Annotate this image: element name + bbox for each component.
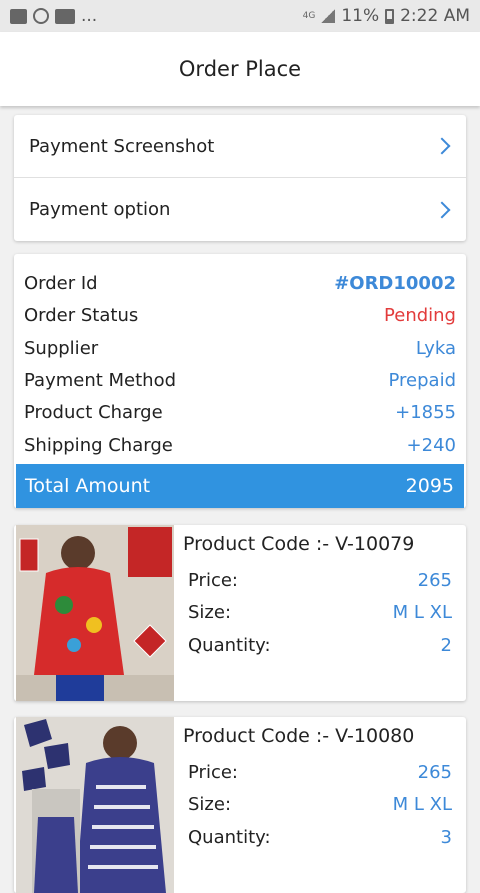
- product-charge-row: Product Charge +1855: [24, 396, 456, 428]
- supplier-row: Supplier Lyka: [24, 332, 456, 364]
- chevron-right-icon: [433, 201, 451, 218]
- quantity-row: Quantity: 3: [188, 822, 452, 852]
- battery-icon: [385, 8, 395, 24]
- size-label: Size:: [188, 793, 232, 815]
- product-charge-value: +1855: [395, 401, 456, 423]
- total-amount-value: 2095: [405, 475, 454, 497]
- signal-icon: [321, 9, 336, 23]
- chevron-right-icon: [433, 137, 451, 155]
- more-notifications: ...: [81, 6, 98, 26]
- price-label: Price:: [188, 569, 238, 591]
- order-status-label: Order Status: [24, 304, 139, 326]
- payment-option-label: Payment option: [29, 199, 171, 220]
- quantity-value: 3: [440, 826, 452, 848]
- product-image: [16, 717, 174, 893]
- size-value: M L XL: [392, 793, 452, 815]
- order-id-row: Order Id #ORD10002: [24, 267, 456, 299]
- total-amount-label: Total Amount: [25, 475, 151, 497]
- status-bar: ... 4G 11% 2:22 AM: [0, 0, 480, 32]
- payment-screenshot-row[interactable]: Payment Screenshot: [14, 115, 466, 178]
- battery-percent: 11%: [341, 6, 380, 26]
- price-label: Price:: [188, 761, 238, 783]
- price-value: 265: [417, 761, 452, 783]
- shipping-charge-row: Shipping Charge +240: [24, 429, 456, 461]
- quantity-label: Quantity:: [188, 634, 271, 656]
- size-row: Size: M L XL: [188, 597, 452, 627]
- page-title: Order Place: [178, 57, 302, 81]
- shipping-charge-label: Shipping Charge: [24, 434, 173, 456]
- gallery-icon: [10, 8, 27, 24]
- whatsapp-icon: [33, 8, 49, 24]
- total-amount-bar: Total Amount 2095: [16, 464, 464, 508]
- price-value: 265: [417, 569, 452, 591]
- status-bar-right: 4G 11% 2:22 AM: [303, 6, 470, 26]
- size-label: Size:: [188, 601, 232, 623]
- app-header: Order Place: [0, 32, 480, 106]
- size-value: M L XL: [392, 601, 452, 623]
- payment-method-row: Payment Method Prepaid: [24, 364, 456, 396]
- price-row: Price: 265: [188, 757, 452, 787]
- supplier-label: Supplier: [24, 337, 99, 359]
- product-card[interactable]: Product Code :- V-10079 Price: 265 Size:…: [14, 525, 466, 701]
- payment-options-card: Payment Screenshot Payment option: [14, 115, 466, 241]
- quantity-value: 2: [440, 634, 452, 656]
- product-code: Product Code :- V-10079: [183, 533, 415, 555]
- product-card[interactable]: Product Code :- V-10080 Price: 265 Size:…: [14, 717, 466, 893]
- product-charge-label: Product Charge: [24, 401, 163, 423]
- size-row: Size: M L XL: [188, 789, 452, 819]
- price-row: Price: 265: [188, 565, 452, 595]
- payment-method-label: Payment Method: [24, 369, 177, 391]
- order-id-label: Order Id: [24, 272, 98, 294]
- payment-method-value: Prepaid: [388, 369, 457, 391]
- order-details-card: Order Id #ORD10002 Order Status Pending …: [14, 254, 466, 508]
- order-status-value: Pending: [384, 304, 456, 326]
- product-image: [16, 525, 174, 701]
- quantity-row: Quantity: 2: [188, 630, 452, 660]
- network-type: 4G: [302, 10, 316, 21]
- quantity-label: Quantity:: [188, 826, 271, 848]
- product-code: Product Code :- V-10080: [183, 725, 415, 747]
- order-status-row: Order Status Pending: [24, 299, 456, 331]
- app-notification-icon: [55, 8, 75, 24]
- order-id-value: #ORD10002: [334, 272, 456, 294]
- payment-option-row[interactable]: Payment option: [14, 178, 466, 241]
- clock: 2:22 AM: [400, 6, 470, 26]
- shipping-charge-value: +240: [406, 434, 456, 456]
- supplier-value: Lyka: [415, 337, 456, 359]
- status-bar-left: ...: [10, 6, 97, 26]
- payment-screenshot-label: Payment Screenshot: [29, 135, 215, 157]
